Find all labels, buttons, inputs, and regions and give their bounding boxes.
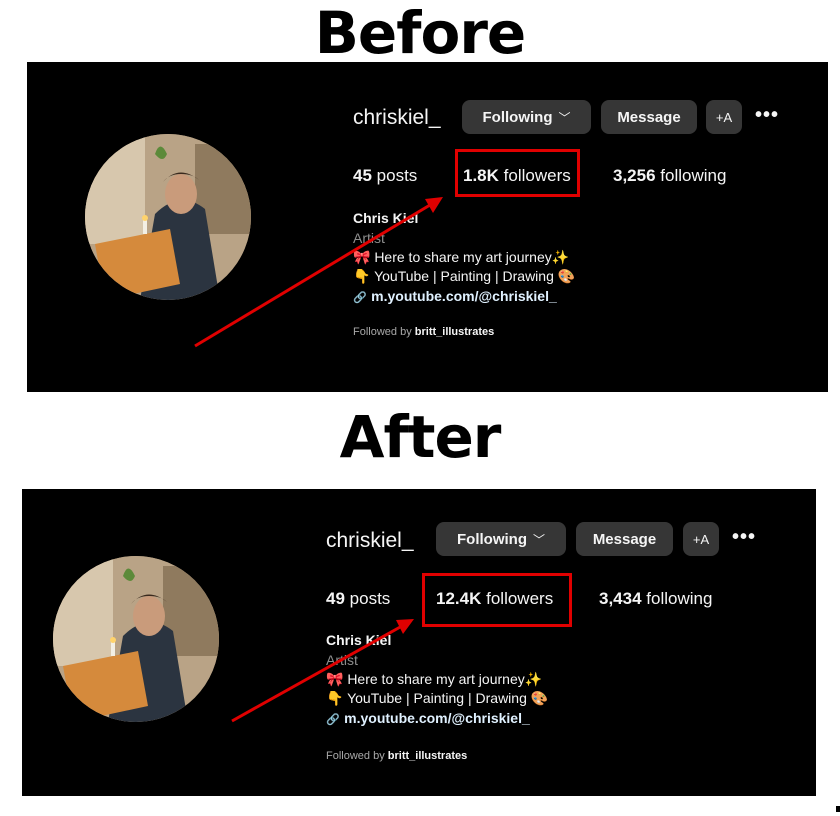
after-profile-panel: chriskiel_ Following ﹀ Message +Α ••• 49… [22, 489, 816, 796]
after-heading: After [339, 403, 502, 471]
corner-mark [836, 806, 840, 812]
annotation-arrow [231, 619, 414, 723]
before-profile-panel: chriskiel_ Following ﹀ Message +Α ••• 45… [27, 62, 828, 392]
annotation-arrow [194, 197, 443, 348]
before-heading: Before [314, 0, 527, 67]
